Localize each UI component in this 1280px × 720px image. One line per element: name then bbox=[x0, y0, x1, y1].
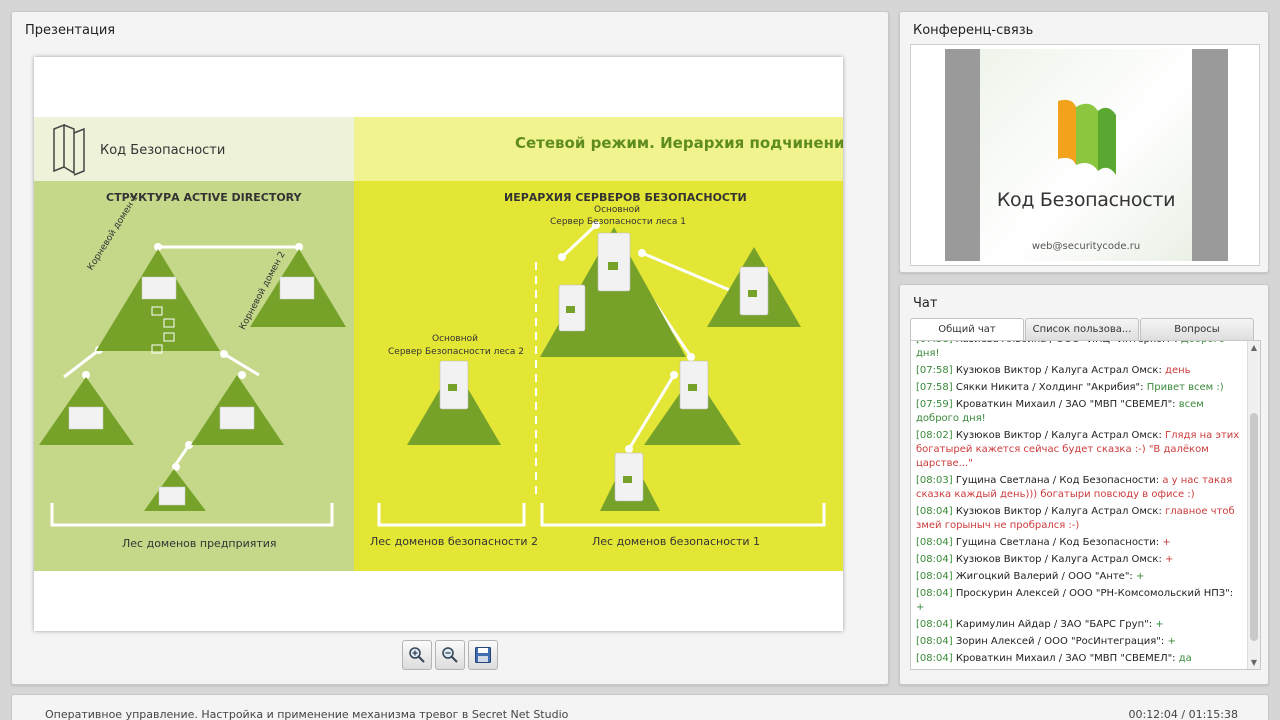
zoom-out-icon bbox=[442, 647, 458, 663]
message-text: день bbox=[1165, 365, 1191, 376]
brand-logo-icon bbox=[1058, 99, 1116, 175]
message-author: Кузюков Виктор / Калуга Астрал Омск: bbox=[955, 506, 1162, 517]
message-author: Проскурин Алексей / ООО "РН-Комсомольски… bbox=[955, 588, 1234, 599]
message-time: [07:58] bbox=[916, 341, 953, 345]
message-text: + bbox=[1136, 571, 1145, 582]
tab-user-list[interactable]: Список пользова... bbox=[1025, 318, 1139, 340]
message-time: [08:04] bbox=[916, 506, 953, 517]
scroll-down-icon[interactable]: ▼ bbox=[1248, 656, 1260, 669]
message-author: Хазиева Альбина / ООО "ИКЦ "Интерком": bbox=[956, 341, 1178, 345]
floppy-disk-icon bbox=[475, 647, 491, 663]
main-server-1-line1: Основной bbox=[594, 205, 640, 215]
presentation-slide: Код Безопасности Сетевой режим. Иерархия… bbox=[34, 57, 843, 631]
message-time: [08:02] bbox=[916, 430, 953, 441]
message-time: [08:04] bbox=[916, 636, 953, 647]
chat-scrollbar[interactable]: ▲ ▼ bbox=[1247, 341, 1260, 669]
message-time: [08:04] bbox=[916, 588, 953, 599]
presentation-title: Презентация bbox=[25, 23, 116, 38]
message-author: Сякки Никита / Холдинг "Акрибия": bbox=[955, 382, 1144, 393]
chat-tabs: Общий чат Список пользова... Вопросы bbox=[910, 318, 1254, 341]
message-time: [08:04] bbox=[916, 571, 953, 582]
chat-message: [07:58] Кузюков Виктор / Калуга Астрал О… bbox=[916, 364, 1242, 378]
chat-message: [08:02] Кузюков Виктор / Калуга Астрал О… bbox=[916, 429, 1242, 471]
message-author: Кузюков Виктор / Калуга Астрал Омск: bbox=[955, 430, 1162, 441]
tab-general-chat[interactable]: Общий чат bbox=[910, 318, 1024, 341]
chat-message: [08:04] Каримулин Айдар / ЗАО "БАРС Груп… bbox=[916, 618, 1242, 632]
message-author: Кузюков Виктор / Калуга Астрал Омск: bbox=[955, 365, 1162, 376]
message-time: [08:03] bbox=[916, 475, 953, 486]
chat-message: [08:03] Гущина Светлана / Код Безопаснос… bbox=[916, 474, 1242, 502]
chat-message: [08:04] Жигоцкий Валерий / ООО "Анте": + bbox=[916, 570, 1242, 584]
message-text: + bbox=[916, 602, 925, 613]
chat-message: [08:04] Кузюков Виктор / Калуга Астрал О… bbox=[916, 553, 1242, 567]
chat-message: [08:04] Проскурин Алексей / ООО "РН-Комс… bbox=[916, 587, 1242, 615]
zoom-in-button[interactable] bbox=[402, 640, 432, 670]
message-list: [07:58] Хазиева Альбина / ООО "ИКЦ "Инте… bbox=[916, 341, 1242, 670]
main-server-1-line2: Сервер Безопасности леса 1 bbox=[550, 217, 686, 227]
playback-time: 00:12:04 / 01:15:38 bbox=[1128, 708, 1238, 720]
message-time: [07:58] bbox=[916, 365, 953, 376]
forest-security-2-label: Лес доменов безопасности 2 bbox=[370, 535, 539, 548]
chat-message: [07:58] Сякки Никита / Холдинг "Акрибия"… bbox=[916, 381, 1242, 395]
zoom-out-button[interactable] bbox=[435, 640, 465, 670]
left-panel bbox=[34, 181, 354, 571]
presentation-toolbar bbox=[402, 640, 498, 672]
chat-message: [07:58] Хазиева Альбина / ООО "ИКЦ "Инте… bbox=[916, 341, 1242, 361]
chat-message: [08:04] Кузюков Виктор / Калуга Астрал О… bbox=[916, 505, 1242, 533]
slide-logo-text: Код Безопасности bbox=[100, 143, 226, 158]
security-hierarchy-title: ИЕРАРХИЯ СЕРВЕРОВ БЕЗОПАСНОСТИ bbox=[504, 191, 747, 204]
brand-website: web@securitycode.ru bbox=[1031, 241, 1141, 252]
scroll-thumb[interactable] bbox=[1250, 413, 1258, 641]
message-author: Гущина Светлана / Код Безопасности: bbox=[955, 537, 1160, 548]
scroll-up-icon[interactable]: ▲ bbox=[1248, 341, 1260, 354]
main-server-2-line1: Основной bbox=[432, 334, 478, 344]
chat-message: [08:04] Кроваткин Михаил / ЗАО "МВП "СВЕ… bbox=[916, 652, 1242, 666]
chat-message: [07:59] Кроваткин Михаил / ЗАО "МВП "СВЕ… bbox=[916, 398, 1242, 426]
message-text: Привет всем :) bbox=[1146, 382, 1224, 393]
forest-enterprise-label: Лес доменов предприятия bbox=[122, 537, 277, 550]
chat-message: [08:04] Гущина Светлана / Код Безопаснос… bbox=[916, 536, 1242, 550]
conference-title: Конференц-связь bbox=[913, 23, 1034, 38]
forest-security-1-label: Лес доменов безопасности 1 bbox=[592, 535, 761, 548]
chat-panel: Чат Общий чат Список пользова... Вопросы… bbox=[899, 284, 1269, 685]
message-text: + bbox=[1155, 619, 1164, 630]
slide-heading: Сетевой режим. Иерархия подчинения bbox=[515, 134, 843, 152]
save-button[interactable] bbox=[468, 640, 498, 670]
chat-messages-box[interactable]: [07:58] Хазиева Альбина / ООО "ИКЦ "Инте… bbox=[910, 340, 1261, 670]
message-author: Жигоцкий Валерий / ООО "Анте": bbox=[955, 571, 1133, 582]
tab-questions[interactable]: Вопросы bbox=[1140, 318, 1254, 340]
message-author: Кроваткин Михаил / ЗАО "МВП "СВЕМЕЛ": bbox=[955, 653, 1176, 664]
message-text: + bbox=[1167, 636, 1176, 647]
message-text: + bbox=[1162, 537, 1171, 548]
message-author: Кузюков Виктор / Калуга Астрал Омск: bbox=[955, 554, 1162, 565]
message-text: да bbox=[1178, 653, 1192, 664]
presentation-panel: Презентация Код Безопасности Сетевой реж… bbox=[11, 11, 889, 685]
message-time: [08:04] bbox=[916, 653, 953, 664]
message-time: [07:58] bbox=[916, 382, 953, 393]
conference-panel: Конференц-связь Код Безопасности web@sec… bbox=[899, 11, 1269, 273]
message-time: [07:59] bbox=[916, 399, 953, 410]
zoom-in-icon bbox=[409, 647, 425, 663]
video-frame[interactable]: Код Безопасности web@securitycode.ru bbox=[910, 44, 1260, 266]
message-time: [08:04] bbox=[916, 619, 953, 630]
message-author: Гущина Светлана / Код Безопасности: bbox=[955, 475, 1160, 486]
message-author: Кроваткин Михаил / ЗАО "МВП "СВЕМЕЛ": bbox=[955, 399, 1176, 410]
footer-bar: Оперативное управление. Настройка и прим… bbox=[11, 694, 1269, 720]
message-time: [08:04] bbox=[916, 554, 953, 565]
main-server-2-line2: Сервер Безопасности леса 2 bbox=[388, 347, 524, 357]
message-author: Зорин Алексей / ООО "РосИнтеграция": bbox=[955, 636, 1165, 647]
message-text: + bbox=[1165, 554, 1174, 565]
message-time: [08:04] bbox=[916, 537, 953, 548]
chat-title: Чат bbox=[913, 296, 938, 311]
brand-name: Код Безопасности bbox=[996, 189, 1176, 211]
video-stream: Код Безопасности web@securitycode.ru bbox=[945, 49, 1228, 261]
chat-message: [08:04] Зорин Алексей / ООО "РосИнтеграц… bbox=[916, 635, 1242, 649]
webinar-title: Оперативное управление. Настройка и прим… bbox=[45, 708, 569, 720]
chat-message: [08:04] Логинов Максим / Angara: + bbox=[916, 669, 1242, 670]
message-author: Каримулин Айдар / ЗАО "БАРС Груп": bbox=[955, 619, 1153, 630]
brand-card: Код Безопасности web@securitycode.ru bbox=[980, 49, 1192, 261]
